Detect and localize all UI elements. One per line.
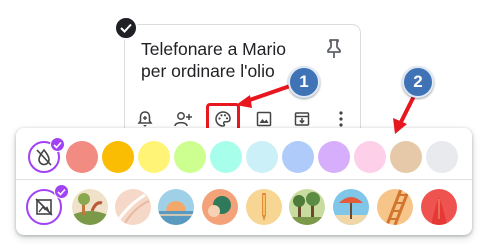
callout-2: 2 — [402, 66, 434, 98]
callout-1: 1 — [288, 66, 320, 98]
arrow-to-brown-swatch — [393, 94, 416, 134]
arrow-to-palette — [236, 84, 292, 108]
annotation-arrows — [236, 84, 416, 134]
